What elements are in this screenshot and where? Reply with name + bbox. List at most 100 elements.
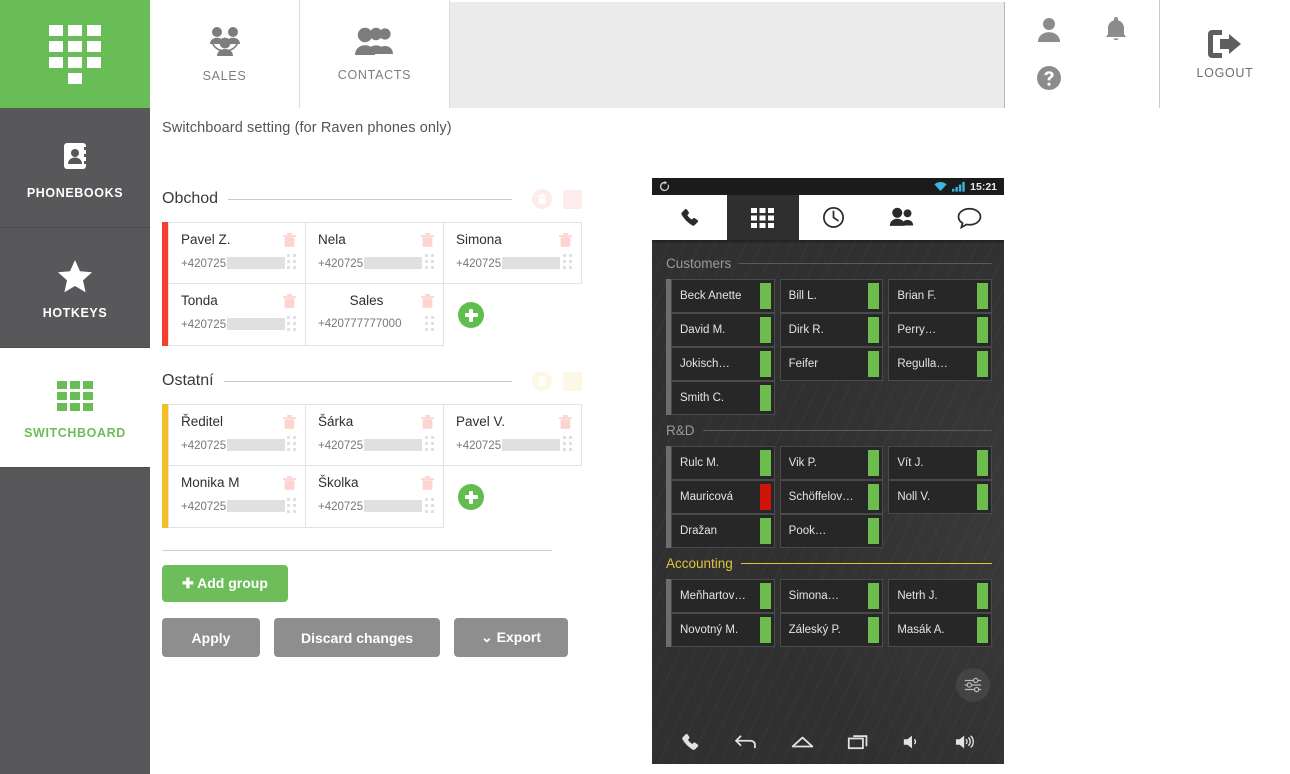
phone-contact-tile[interactable]: Dražan (671, 514, 775, 548)
drag-handle-icon[interactable] (425, 254, 434, 269)
drag-handle-icon[interactable] (287, 254, 296, 269)
group-color-swatch[interactable] (563, 189, 582, 209)
phone-contact-tile[interactable]: Vít J. (888, 446, 992, 480)
drag-handle-icon[interactable] (563, 254, 572, 269)
phone-contact-tile[interactable]: Noll V. (888, 480, 992, 514)
tab-label: CONTACTS (337, 68, 412, 82)
drag-handle-icon[interactable] (425, 436, 434, 451)
recents-icon[interactable] (847, 732, 870, 752)
contact-card[interactable]: Simona +420725 (444, 222, 582, 284)
drag-handle-icon[interactable] (287, 316, 296, 331)
group-color-swatch[interactable] (563, 371, 582, 391)
phone-contact-tile[interactable]: Netrh J. (888, 579, 992, 613)
phone-contact-tile[interactable]: Masák A. (888, 613, 992, 647)
phone-tab-messages[interactable] (935, 195, 1004, 240)
tab-sales[interactable]: SALES (150, 0, 300, 108)
phone-contact-tile[interactable]: Smith C. (671, 381, 775, 415)
phone-contact-tile[interactable]: David M. (671, 313, 775, 347)
sidebar-item-phonebooks[interactable]: PHONEBOOKS (0, 108, 150, 228)
phone-contact-tile[interactable]: Brian F. (888, 279, 992, 313)
phone-icon[interactable] (680, 732, 701, 753)
delete-contact-icon[interactable] (421, 233, 434, 248)
phone-contact-tile[interactable]: Schöffelov… (779, 480, 884, 514)
phone-contact-tile[interactable]: Feifer (779, 347, 884, 381)
phone-tab-switchboard[interactable] (727, 195, 799, 240)
presence-status-bar (976, 484, 988, 510)
drag-handle-icon[interactable] (287, 498, 296, 513)
phone-contact-tile[interactable]: Dirk R. (779, 313, 884, 347)
drag-handle-icon[interactable] (425, 316, 434, 331)
volume-down-icon[interactable] (902, 732, 922, 752)
home-icon[interactable] (790, 732, 815, 752)
group-name: Obchod (162, 190, 219, 207)
presence-status-bar (868, 484, 880, 510)
phone-contact-tile[interactable]: Meňhartov… (671, 579, 775, 613)
contact-card[interactable]: Ředitel +420725 (168, 404, 306, 466)
phone-contact-tile[interactable]: Beck Anette (671, 279, 775, 313)
delete-contact-icon[interactable] (421, 476, 434, 491)
volume-up-icon[interactable] (954, 732, 977, 752)
drag-handle-icon[interactable] (563, 436, 572, 451)
export-button[interactable]: ⌄ Export (454, 618, 568, 657)
add-contact-button[interactable] (458, 302, 484, 328)
app-logo[interactable] (0, 0, 150, 108)
sidebar-item-switchboard[interactable]: SWITCHBOARD (0, 348, 150, 468)
phone-preview: 15:21 Customers Beck Anette Bill L. Bria… (652, 178, 1004, 764)
sidebar-item-hotkeys[interactable]: HOTKEYS (0, 228, 150, 348)
question-circle-icon[interactable] (1034, 63, 1064, 93)
phone-contact-tile[interactable]: Záleský P. (779, 613, 884, 647)
phone-tab-dialer[interactable] (652, 195, 727, 240)
delete-contact-icon[interactable] (283, 233, 296, 248)
add-group-button[interactable]: ✚ Add group (162, 565, 288, 602)
delete-contact-icon[interactable] (283, 294, 296, 309)
delete-contact-icon[interactable] (559, 415, 572, 430)
phone-contact-tile[interactable]: Regulla… (888, 347, 992, 381)
add-contact-button[interactable] (458, 484, 484, 510)
contact-card[interactable]: Nela +420725 (306, 222, 444, 284)
delete-contact-icon[interactable] (559, 233, 572, 248)
phone-contact-tile[interactable]: Vik P. (779, 446, 884, 480)
apply-button[interactable]: Apply (162, 618, 260, 657)
contact-card[interactable]: Sales +420777777000 (306, 284, 444, 346)
contact-card[interactable]: Školka +420725 (306, 466, 444, 528)
phone-tab-history[interactable] (799, 195, 868, 240)
phone-contact-tile[interactable]: Mauricová (671, 480, 775, 514)
contact-name: Školka (318, 475, 359, 490)
contact-number: +420725 (181, 500, 286, 513)
contact-card-grid: Pavel Z. +420725 Nela +420725 Simona +420725 T… (168, 222, 582, 346)
contact-number: +420725 (318, 500, 423, 513)
delete-contact-icon[interactable] (283, 476, 296, 491)
delete-group-icon[interactable] (531, 188, 553, 210)
tab-contacts[interactable]: CONTACTS (300, 0, 450, 108)
masked-number (227, 500, 286, 512)
contact-card[interactable]: Tonda +420725 (168, 284, 306, 346)
phone-contact-tile[interactable]: Rulc M. (671, 446, 775, 480)
contact-card[interactable]: Monika M +420725 (168, 466, 306, 528)
phone-contact-tile[interactable]: Pook… (779, 514, 884, 548)
phone-contact-tile[interactable]: Jokisch… (671, 347, 775, 381)
phone-tab-contacts[interactable] (867, 195, 936, 240)
discard-changes-button[interactable]: Discard changes (274, 618, 440, 657)
contact-card[interactable]: Pavel V. +420725 (444, 404, 582, 466)
delete-group-icon[interactable] (531, 370, 553, 392)
back-icon[interactable] (733, 732, 758, 752)
contact-card[interactable]: Pavel Z. +420725 (168, 222, 306, 284)
drag-handle-icon[interactable] (287, 436, 296, 451)
presence-status-bar (868, 518, 880, 544)
logout-button[interactable]: LOGOUT (1160, 0, 1290, 108)
drag-handle-icon[interactable] (425, 498, 434, 513)
phone-contact-tile[interactable]: Novotný M. (671, 613, 775, 647)
delete-contact-icon[interactable] (421, 294, 434, 309)
delete-contact-icon[interactable] (421, 415, 434, 430)
bell-icon[interactable] (1102, 15, 1130, 45)
contact-card[interactable]: Šárka +420725 (306, 404, 444, 466)
presence-status-bar (759, 385, 771, 411)
phone-contact-tile[interactable]: Bill L. (779, 279, 884, 313)
contact-number-row: +420725 (318, 500, 433, 513)
phone-contact-tile[interactable]: Perry… (888, 313, 992, 347)
phone-contact-tile[interactable]: Simona… (779, 579, 884, 613)
phone-settings-fab[interactable] (956, 668, 990, 702)
delete-contact-icon[interactable] (283, 415, 296, 430)
user-icon[interactable] (1034, 15, 1064, 45)
phone-sections: Customers Beck Anette Bill L. Brian F. David… (652, 244, 1004, 647)
